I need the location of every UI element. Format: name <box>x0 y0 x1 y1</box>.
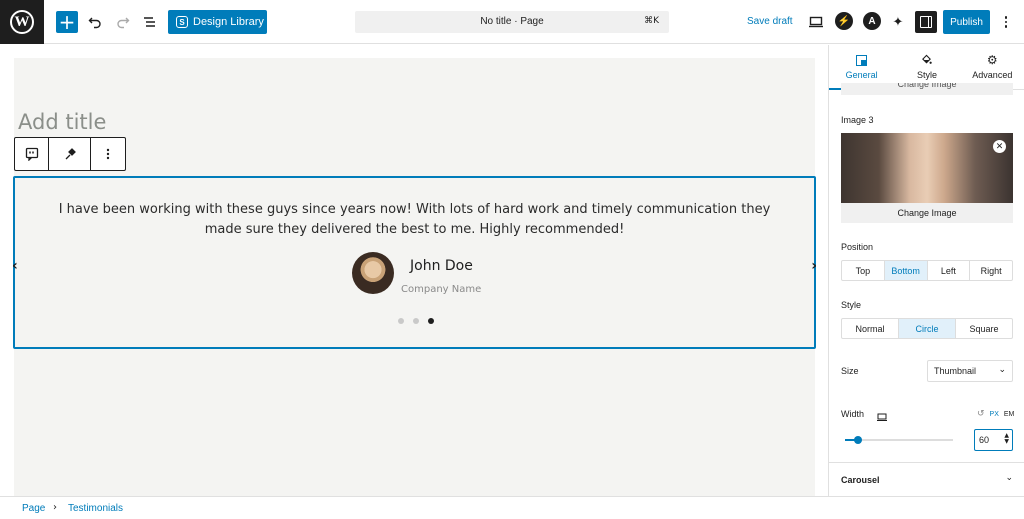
carousel-prev-arrow[interactable]: ‹ <box>12 258 18 274</box>
desktop-preview-icon <box>809 16 823 28</box>
carousel-panel-header[interactable]: Carousel ⌄ <box>829 462 1024 496</box>
block-type-button[interactable] <box>15 138 49 170</box>
width-value: 60 <box>979 435 990 445</box>
unit-em[interactable]: EM <box>1004 411 1015 418</box>
wordpress-logo-button[interactable]: W <box>0 0 44 44</box>
design-library-button[interactable]: S Design Library <box>168 10 267 34</box>
paint-bucket-icon <box>921 54 933 66</box>
style-normal-button[interactable]: Normal <box>842 319 899 338</box>
add-block-button[interactable]: + <box>56 11 78 33</box>
width-slider-thumb[interactable] <box>853 436 862 444</box>
stackable-logo-icon: S <box>176 16 188 28</box>
command-palette-bar[interactable]: No title · Page ⌘K <box>355 11 669 33</box>
size-label: Size <box>841 366 859 376</box>
unit-px[interactable]: PX <box>990 411 999 418</box>
preview-button[interactable] <box>805 11 827 33</box>
undo-icon <box>88 17 101 29</box>
testimonial-company[interactable]: Company Name <box>401 284 481 295</box>
sparkle-icon: ✦ <box>892 14 904 30</box>
post-title-input[interactable]: Add title <box>18 110 106 134</box>
position-button-group: Top Bottom Left Right <box>841 260 1013 281</box>
chevron-down-icon: ⌄ <box>998 365 1006 375</box>
layout-icon <box>856 54 868 66</box>
position-label: Position <box>841 242 874 252</box>
tab-general-label: General <box>845 69 878 80</box>
block-options-button[interactable] <box>91 138 125 170</box>
block-toolbar <box>14 137 126 171</box>
document-overview-button[interactable] <box>139 11 161 33</box>
sparkle-button[interactable]: ✦ <box>887 11 909 33</box>
block-styles-button[interactable] <box>49 138 91 170</box>
block-settings-sidebar: General Style ⚙ Advanced Change Image Im… <box>828 45 1024 496</box>
style-label: Style <box>841 300 862 310</box>
style-square-button[interactable]: Square <box>956 319 1012 338</box>
carousel-dots <box>398 318 434 324</box>
wordpress-logo-icon: W <box>10 10 34 34</box>
responsive-desktop-icon[interactable] <box>877 409 887 427</box>
testimonial-block[interactable]: I have been working with these guys sinc… <box>12 176 817 349</box>
document-title: No title · Page <box>480 16 544 27</box>
redo-button[interactable] <box>112 11 134 33</box>
redo-icon <box>117 17 130 29</box>
spinner-arrows-icon[interactable]: ▲ ▼ <box>1004 433 1009 445</box>
image3-picker[interactable]: ✕ Change Image <box>841 133 1013 223</box>
dot <box>1004 20 1008 24</box>
width-label: Width <box>841 409 865 419</box>
chevron-down-icon: ⌄ <box>1005 473 1013 483</box>
testimonial-avatar[interactable] <box>352 252 394 294</box>
gear-icon: ⚙ <box>986 53 998 67</box>
lightning-icon: ⚡ <box>837 15 851 27</box>
shortcut-hint: ⌘K <box>644 16 659 26</box>
chevron-right-icon: › <box>53 502 57 513</box>
size-select-value: Thumbnail <box>934 366 977 376</box>
breadcrumb: Page › Testimonials <box>0 496 1024 519</box>
breadcrumb-testimonials[interactable]: Testimonials <box>68 503 123 514</box>
position-right-button[interactable]: Right <box>970 261 1012 280</box>
position-bottom-button[interactable]: Bottom <box>884 261 928 280</box>
ai-assistant-button[interactable]: A <box>863 12 881 30</box>
publish-button[interactable]: Publish <box>943 10 990 34</box>
options-menu-button[interactable] <box>998 12 1014 32</box>
testimonial-quote[interactable]: I have been working with these guys sinc… <box>55 200 774 240</box>
tab-advanced-label: Advanced <box>972 69 1013 80</box>
settings-sidebar-toggle[interactable] <box>915 11 937 33</box>
carousel-panel-title: Carousel <box>841 475 880 485</box>
editor-top-bar: W + S Design Library No title · Page ⌘K … <box>0 0 1024 44</box>
testimonial-block-icon <box>25 147 38 161</box>
sidebar-icon <box>920 16 932 28</box>
tab-style-label: Style <box>916 69 937 80</box>
size-select[interactable]: Thumbnail ⌄ <box>927 360 1013 382</box>
brush-icon <box>65 148 76 160</box>
list-view-icon <box>144 17 155 27</box>
reset-icon[interactable]: ↺ <box>977 409 985 419</box>
image3-preview <box>841 133 1013 203</box>
position-top-button[interactable]: Top <box>842 261 885 280</box>
testimonial-name[interactable]: John Doe <box>410 258 473 274</box>
unit-switcher: ↺ PX EM <box>977 409 1014 419</box>
carousel-dot-active[interactable] <box>428 318 434 324</box>
previous-change-image-button[interactable]: Change Image <box>841 83 1013 95</box>
change-image-button[interactable]: Change Image <box>841 208 1013 218</box>
image3-label: Image 3 <box>841 115 874 125</box>
carousel-dot[interactable] <box>413 318 419 324</box>
position-left-button[interactable]: Left <box>928 261 971 280</box>
undo-button[interactable] <box>84 11 106 33</box>
more-vertical-icon <box>106 148 110 160</box>
width-number-input[interactable]: 60 ▲ ▼ <box>974 429 1013 451</box>
carousel-dot[interactable] <box>398 318 404 324</box>
style-button-group: Normal Circle Square <box>841 318 1013 339</box>
dot <box>1004 25 1008 28</box>
remove-image-button[interactable]: ✕ <box>993 140 1006 153</box>
design-library-label: Design Library <box>193 16 264 28</box>
carousel-next-arrow[interactable]: › <box>811 258 817 274</box>
dot <box>1004 16 1008 19</box>
stackable-button[interactable]: ⚡ <box>835 12 853 30</box>
a-logo-icon: A <box>868 15 876 27</box>
style-circle-button[interactable]: Circle <box>899 319 956 338</box>
width-slider[interactable] <box>845 436 953 444</box>
breadcrumb-page[interactable]: Page <box>22 503 45 514</box>
save-draft-button[interactable]: Save draft <box>747 16 793 27</box>
